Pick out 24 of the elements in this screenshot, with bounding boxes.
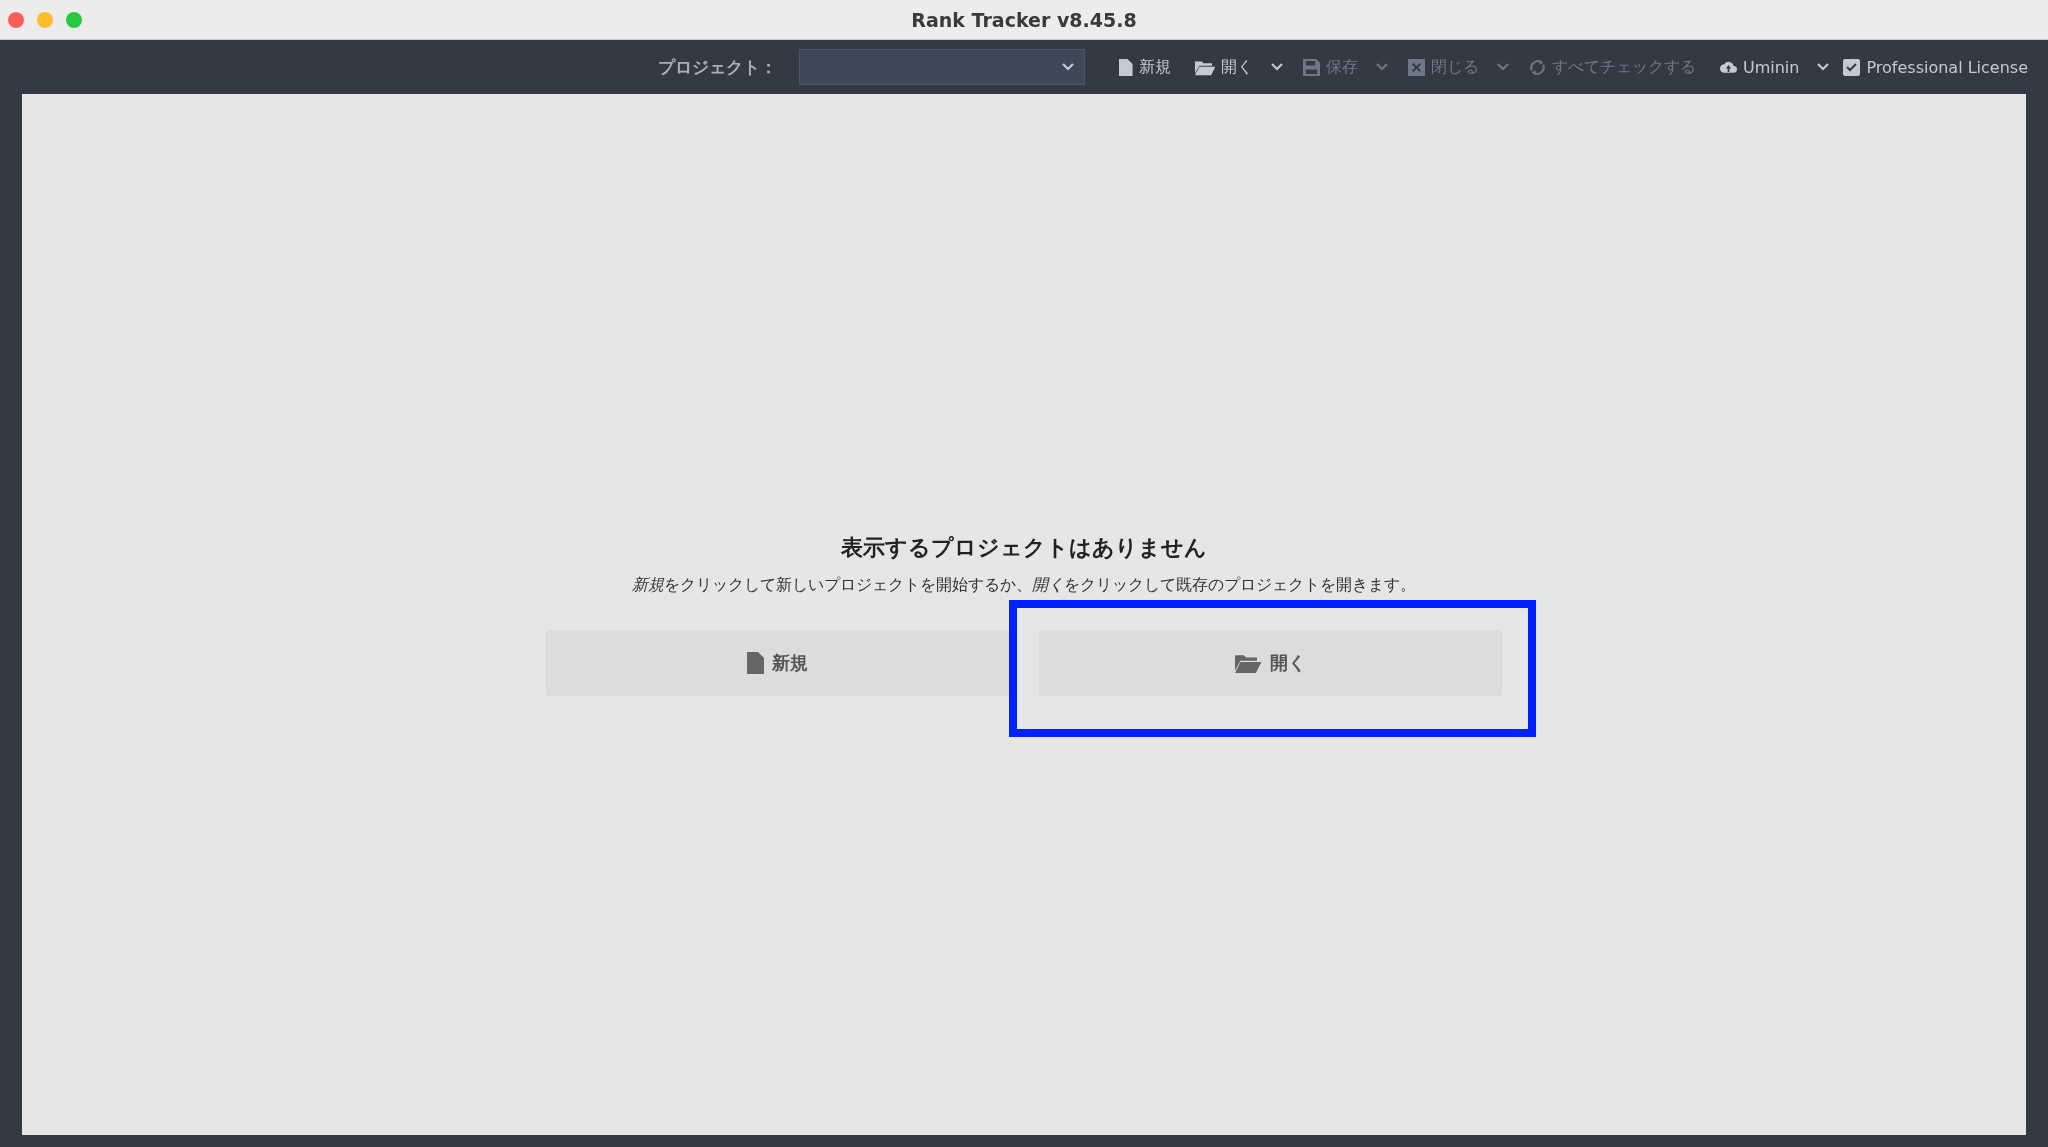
action-button[interactable]: 開く bbox=[1039, 630, 1502, 696]
zoom-window-button[interactable] bbox=[66, 11, 82, 28]
empty-state-title: 表示するプロジェクトはありません bbox=[841, 534, 1207, 562]
checkbox[interactable] bbox=[1843, 58, 1861, 76]
cloud-upload-icon bbox=[1719, 60, 1737, 74]
window-title: Rank Tracker v8.45.8 bbox=[910, 8, 1138, 31]
file-icon bbox=[746, 652, 765, 674]
folder-icon bbox=[1235, 652, 1262, 674]
empty-state-message: 新規をクリックして新しいプロジェクトを開始するか、開く をクリックして既存のプロジェクトを開きます。 bbox=[632, 575, 1416, 596]
checkbox-label: Professional License bbox=[1866, 57, 2028, 77]
close-window-button[interactable] bbox=[8, 11, 24, 28]
action-button[interactable]: 新規 bbox=[546, 630, 1009, 696]
file-icon bbox=[1119, 58, 1133, 76]
caret-icon[interactable] bbox=[1817, 63, 1830, 71]
toolbar-button[interactable]: 開く bbox=[1188, 50, 1259, 84]
toolbar-button[interactable]: Uminin bbox=[1713, 50, 1806, 84]
refresh-icon bbox=[1528, 58, 1546, 76]
toolbar-button[interactable]: 新規 bbox=[1113, 50, 1177, 84]
minimize-window-button[interactable] bbox=[37, 11, 53, 28]
close-icon bbox=[1407, 58, 1425, 76]
project-label: プロジェクト： bbox=[658, 55, 777, 79]
checkmark-icon bbox=[1846, 62, 1858, 72]
caret-icon[interactable] bbox=[1270, 63, 1283, 71]
caret-icon bbox=[1062, 63, 1074, 71]
